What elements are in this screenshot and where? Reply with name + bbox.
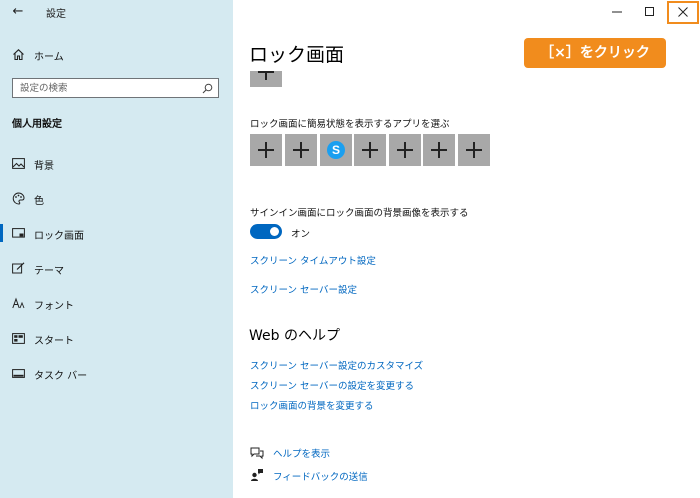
maximize-button[interactable] bbox=[633, 0, 667, 24]
picture-icon bbox=[11, 156, 25, 170]
sidebar-item-label: テーマ bbox=[34, 266, 64, 277]
toggle-knob bbox=[270, 227, 279, 236]
screen-timeout-link[interactable]: スクリーン タイムアウト設定 bbox=[250, 253, 376, 267]
plus-icon bbox=[431, 142, 447, 158]
skype-icon: S bbox=[327, 141, 345, 159]
page-title: ロック画面 bbox=[249, 44, 345, 66]
sidebar-item-background[interactable]: 背景 bbox=[0, 151, 233, 175]
show-help-link[interactable]: ヘルプを表示 bbox=[273, 446, 330, 460]
plus-icon bbox=[466, 142, 482, 158]
minimize-icon bbox=[612, 11, 622, 13]
quick-status-tile-2[interactable] bbox=[285, 134, 317, 166]
feedback-icon bbox=[250, 467, 264, 481]
plus-icon bbox=[258, 71, 274, 80]
maximize-icon bbox=[645, 7, 654, 16]
click-close-callout: ［×］をクリック bbox=[524, 38, 666, 68]
plus-icon bbox=[258, 142, 274, 158]
sidebar: ← 設定 ホーム 個人用設定 背景 色 ロック画面 bbox=[0, 0, 233, 498]
web-help-title: Web のヘルプ bbox=[249, 328, 340, 344]
sidebar-item-label: ホーム bbox=[34, 52, 64, 63]
sidebar-item-label: タスク バー bbox=[34, 371, 88, 382]
search-box[interactable] bbox=[12, 78, 219, 98]
lock-screen-icon bbox=[11, 226, 25, 240]
font-icon bbox=[11, 296, 25, 310]
home-icon bbox=[11, 47, 25, 61]
help-link-change-lock-background[interactable]: ロック画面の背景を変更する bbox=[250, 398, 374, 412]
sidebar-item-theme[interactable]: テーマ bbox=[0, 256, 233, 280]
main-content: ロック画面 ロック画面に簡易状態を表示するアプリを選ぶ S サインイン画面にロッ… bbox=[233, 0, 700, 498]
sidebar-item-label: フォント bbox=[34, 301, 74, 312]
sidebar-item-label: スタート bbox=[34, 336, 74, 347]
start-icon bbox=[11, 331, 25, 345]
sidebar-item-color[interactable]: 色 bbox=[0, 186, 233, 210]
help-link-customize-screensaver[interactable]: スクリーン セーバー設定のカスタマイズ bbox=[250, 358, 423, 372]
sidebar-item-label: ロック画面 bbox=[34, 231, 84, 242]
quick-status-tile-1[interactable] bbox=[250, 134, 282, 166]
toggle-state-label: オン bbox=[291, 229, 311, 240]
quick-status-tile-7[interactable] bbox=[458, 134, 490, 166]
title-bar: ← 設定 bbox=[0, 0, 233, 26]
theme-icon bbox=[11, 261, 25, 275]
plus-icon bbox=[362, 142, 378, 158]
quick-status-tile-4[interactable] bbox=[354, 134, 386, 166]
search-input[interactable] bbox=[13, 79, 200, 97]
quick-status-tile-skype[interactable]: S bbox=[320, 134, 352, 166]
plus-icon bbox=[397, 142, 413, 158]
signin-background-label: サインイン画面にロック画面の背景画像を表示する bbox=[250, 208, 469, 219]
sidebar-item-font[interactable]: フォント bbox=[0, 291, 233, 315]
sidebar-item-label: 色 bbox=[34, 196, 44, 207]
taskbar-icon bbox=[11, 366, 25, 380]
quick-status-tile-6[interactable] bbox=[423, 134, 455, 166]
app-title: 設定 bbox=[46, 9, 66, 20]
sidebar-item-start[interactable]: スタート bbox=[0, 326, 233, 350]
plus-icon bbox=[293, 142, 309, 158]
sidebar-item-home[interactable]: ホーム bbox=[0, 42, 233, 66]
minimize-button[interactable] bbox=[600, 0, 634, 24]
help-link-change-screensaver[interactable]: スクリーン セーバーの設定を変更する bbox=[250, 378, 414, 392]
sidebar-item-label: 背景 bbox=[34, 161, 54, 172]
quick-status-tile-5[interactable] bbox=[389, 134, 421, 166]
feedback-link[interactable]: フィードバックの送信 bbox=[273, 469, 368, 483]
section-title: 個人用設定 bbox=[12, 119, 62, 130]
lock-screen-app-tile[interactable] bbox=[250, 71, 282, 87]
palette-icon bbox=[11, 191, 25, 205]
screen-saver-link[interactable]: スクリーン セーバー設定 bbox=[250, 282, 357, 296]
search-icon[interactable] bbox=[200, 81, 214, 95]
back-button[interactable]: ← bbox=[8, 2, 28, 22]
help-chat-icon bbox=[250, 445, 264, 460]
sidebar-item-lock-screen[interactable]: ロック画面 bbox=[0, 221, 233, 245]
close-button-highlight bbox=[667, 1, 699, 24]
quick-status-label: ロック画面に簡易状態を表示するアプリを選ぶ bbox=[250, 119, 450, 130]
signin-background-toggle[interactable] bbox=[250, 224, 282, 239]
sidebar-item-taskbar[interactable]: タスク バー bbox=[0, 361, 233, 385]
